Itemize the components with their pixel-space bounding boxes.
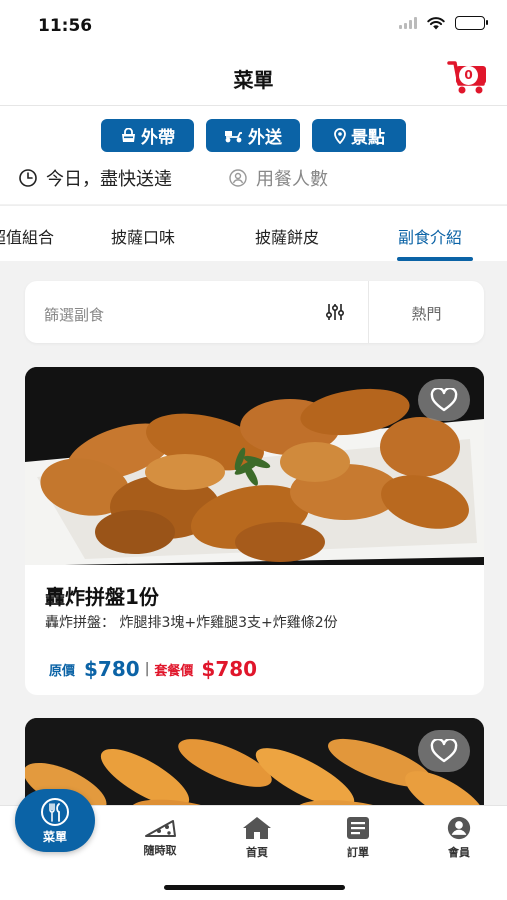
original-price-label: 原價 <box>49 663 76 679</box>
takeout-label: 外帶 <box>141 128 175 148</box>
set-price: $780 <box>201 657 258 681</box>
attraction-label: 景點 <box>351 128 385 148</box>
nav-label-home: 首頁 <box>246 846 268 859</box>
tab-sides[interactable]: 副食介紹 <box>398 224 462 248</box>
sort-popular-button[interactable]: 熱門 <box>369 303 484 324</box>
fried-chicken-illustration <box>25 367 484 565</box>
nav-label-member: 會員 <box>448 846 470 859</box>
attraction-button[interactable]: 景點 <box>312 119 406 152</box>
cutlery-icon <box>41 797 69 826</box>
nav-label-orders: 訂單 <box>347 846 369 859</box>
user-icon <box>447 816 471 840</box>
delivery-label: 外送 <box>248 128 282 148</box>
nav-label-pickup: 隨時取 <box>143 844 177 857</box>
favorite-button[interactable] <box>418 379 470 421</box>
diners-selector[interactable]: 用餐人數 <box>228 165 328 191</box>
tab-pizza-crust[interactable]: 披薩餅皮 <box>255 224 319 248</box>
order-list-icon <box>347 817 369 839</box>
app-header: 菜單 0 <box>0 50 507 106</box>
location-pin-icon <box>334 127 346 144</box>
order-mode-section: 外帶 外送 景點 今日，盡快送達 用餐人數 <box>0 106 507 204</box>
original-price: $780 <box>84 657 140 681</box>
wifi-icon <box>427 16 445 29</box>
page-title: 菜單 <box>233 68 274 92</box>
pizza-slice-icon <box>145 820 176 837</box>
nav-label-menu: 菜單 <box>42 829 67 844</box>
price-separator: | <box>144 661 150 677</box>
heart-icon <box>430 739 458 763</box>
heart-icon <box>430 388 458 412</box>
set-price-label: 套餐價 <box>154 663 194 679</box>
nav-item-home[interactable]: 首頁 <box>227 816 287 860</box>
product-description: 轟炸拼盤： 炸腿排3塊+炸雞腿3支+炸雞條2份 <box>45 615 338 631</box>
takeout-icon <box>122 128 135 142</box>
cart-button[interactable]: 0 <box>447 58 489 96</box>
filter-sliders-icon[interactable] <box>325 303 345 321</box>
product-card[interactable]: 轟炸拼盤1份 轟炸拼盤： 炸腿排3塊+炸雞腿3支+炸雞條2份 原價 $780 |… <box>25 367 484 695</box>
favorite-button[interactable] <box>418 730 470 772</box>
category-tabs: 超值組合 披薩口味 披薩餅皮 副食介紹 <box>0 205 507 261</box>
battery-icon <box>455 16 488 30</box>
product-title: 轟炸拼盤1份 <box>45 585 159 609</box>
filter-bar: 篩選副食 熱門 <box>25 281 484 343</box>
price-row: 原價 $780 | 套餐價 $780 <box>49 657 257 681</box>
status-bar: 11:56 <box>0 0 507 50</box>
delivery-scooter-icon <box>225 130 242 142</box>
delivery-time-selector[interactable]: 今日，盡快送達 <box>18 165 172 191</box>
delivery-button[interactable]: 外送 <box>206 119 300 152</box>
home-icon <box>243 817 271 839</box>
takeout-button[interactable]: 外帶 <box>101 119 194 152</box>
filter-sides-button[interactable]: 篩選副食 <box>44 304 104 325</box>
diners-text: 用餐人數 <box>256 169 328 190</box>
nav-item-orders[interactable]: 訂單 <box>328 816 388 860</box>
cellular-signal-icon <box>399 17 417 29</box>
cart-count-badge: 0 <box>459 66 478 85</box>
tab-pizza-flavors[interactable]: 披薩口味 <box>111 224 175 248</box>
nav-item-pickup[interactable]: 隨時取 <box>130 816 190 858</box>
status-icons <box>399 16 488 30</box>
delivery-time-text: 今日，盡快送達 <box>46 169 172 190</box>
delivery-info-row: 今日，盡快送達 用餐人數 <box>18 164 489 192</box>
nav-item-menu[interactable]: 菜單 <box>15 789 95 852</box>
home-indicator <box>164 885 345 890</box>
status-time: 11:56 <box>38 16 93 36</box>
tab-combo[interactable]: 超值組合 <box>0 224 54 248</box>
active-tab-indicator <box>397 257 473 261</box>
nav-item-member[interactable]: 會員 <box>429 816 489 860</box>
product-image-fried-chicken-platter <box>25 367 484 565</box>
clock-icon <box>19 169 37 187</box>
diners-icon <box>229 169 247 187</box>
